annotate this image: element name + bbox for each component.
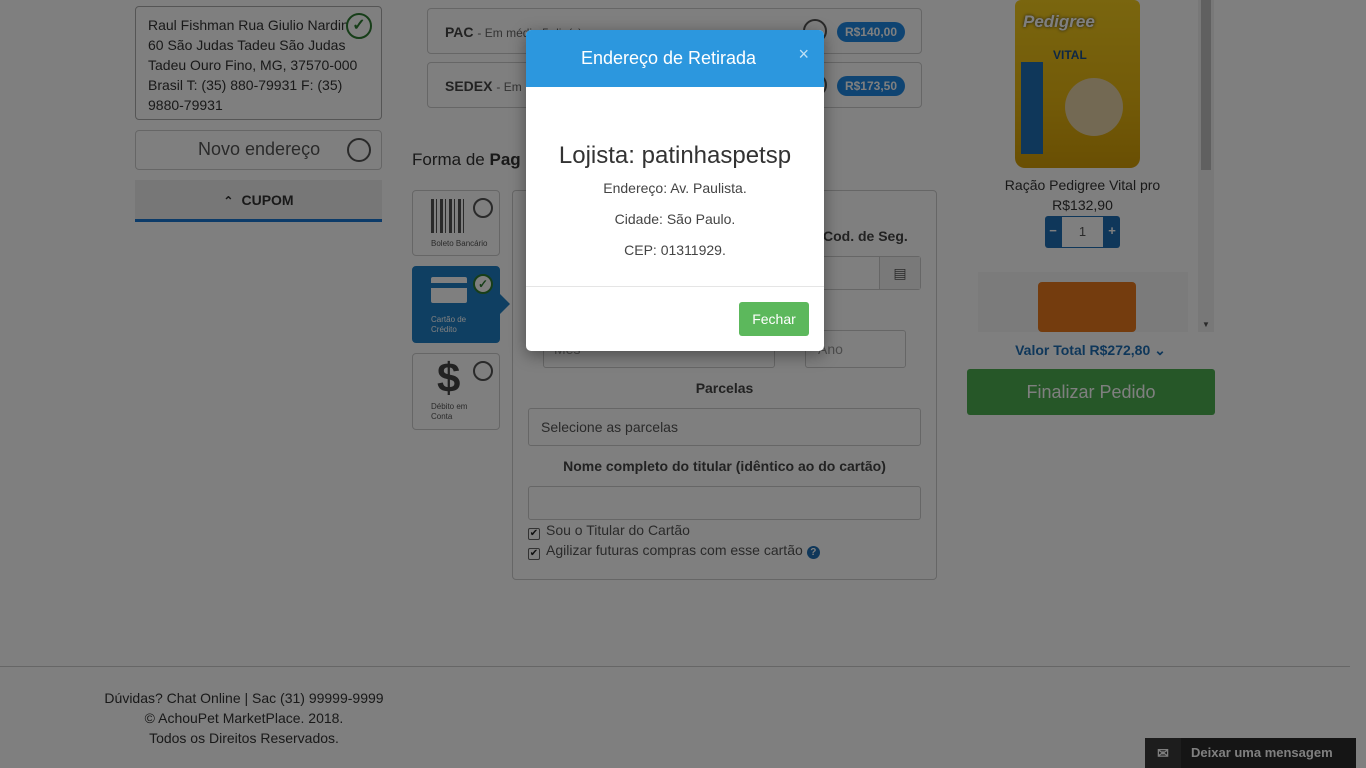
store-city: Cidade: São Paulo. [614, 211, 736, 227]
modal-header: Endereço de Retirada × [526, 30, 824, 87]
modal-title: Endereço de Retirada [580, 48, 757, 68]
store-name: Lojista: patinhaspetsp [558, 142, 792, 169]
store-address: Endereço: Av. Paulista. [603, 180, 747, 196]
pickup-address-modal: Endereço de Retirada × Lojista: patinhas… [526, 30, 824, 351]
close-button[interactable]: Fechar [739, 302, 809, 336]
store-cep: CEP: 01311929. [624, 242, 726, 258]
close-icon[interactable]: × [798, 44, 809, 65]
modal-body: Lojista: patinhaspetsp Endereço: Av. Pau… [526, 87, 824, 287]
modal-divider [526, 286, 824, 287]
